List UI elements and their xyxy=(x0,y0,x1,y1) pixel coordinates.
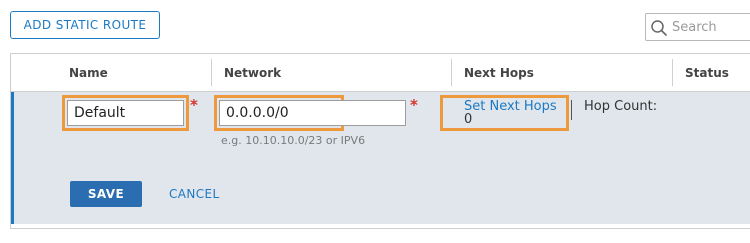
cancel-button[interactable]: CANCEL xyxy=(169,181,220,207)
column-header-network[interactable]: Network xyxy=(224,54,281,92)
name-required-marker: * xyxy=(190,96,198,114)
network-required-marker: * xyxy=(410,96,418,114)
hop-count-value: 0 xyxy=(464,112,473,127)
search-box[interactable] xyxy=(645,13,750,41)
grid-header: Name Network Next Hops Status xyxy=(11,54,750,92)
column-separator[interactable] xyxy=(451,59,452,86)
column-header-name[interactable]: Name xyxy=(69,54,108,92)
edit-route-row: * * e.g. 10.10.10.0/23 or IPV6 Set Next … xyxy=(11,92,750,224)
column-header-status[interactable]: Status xyxy=(685,54,729,92)
hop-count-label: Hop Count: xyxy=(584,99,658,114)
divider xyxy=(571,100,572,120)
set-next-hops-link[interactable]: Set Next Hops xyxy=(464,99,557,114)
column-separator[interactable] xyxy=(672,59,673,86)
search-icon xyxy=(650,19,668,37)
network-hint: e.g. 10.10.10.0/23 or IPV6 xyxy=(221,134,366,147)
column-separator[interactable] xyxy=(211,59,212,86)
save-button[interactable]: SAVE xyxy=(70,181,142,207)
network-input[interactable] xyxy=(219,100,406,126)
add-static-route-button[interactable]: ADD STATIC ROUTE xyxy=(10,11,160,39)
search-input[interactable] xyxy=(672,17,750,37)
name-input[interactable] xyxy=(67,100,184,126)
column-header-next-hops[interactable]: Next Hops xyxy=(464,54,534,92)
static-routes-grid: Name Network Next Hops Status * * e.g. 1… xyxy=(10,53,750,229)
